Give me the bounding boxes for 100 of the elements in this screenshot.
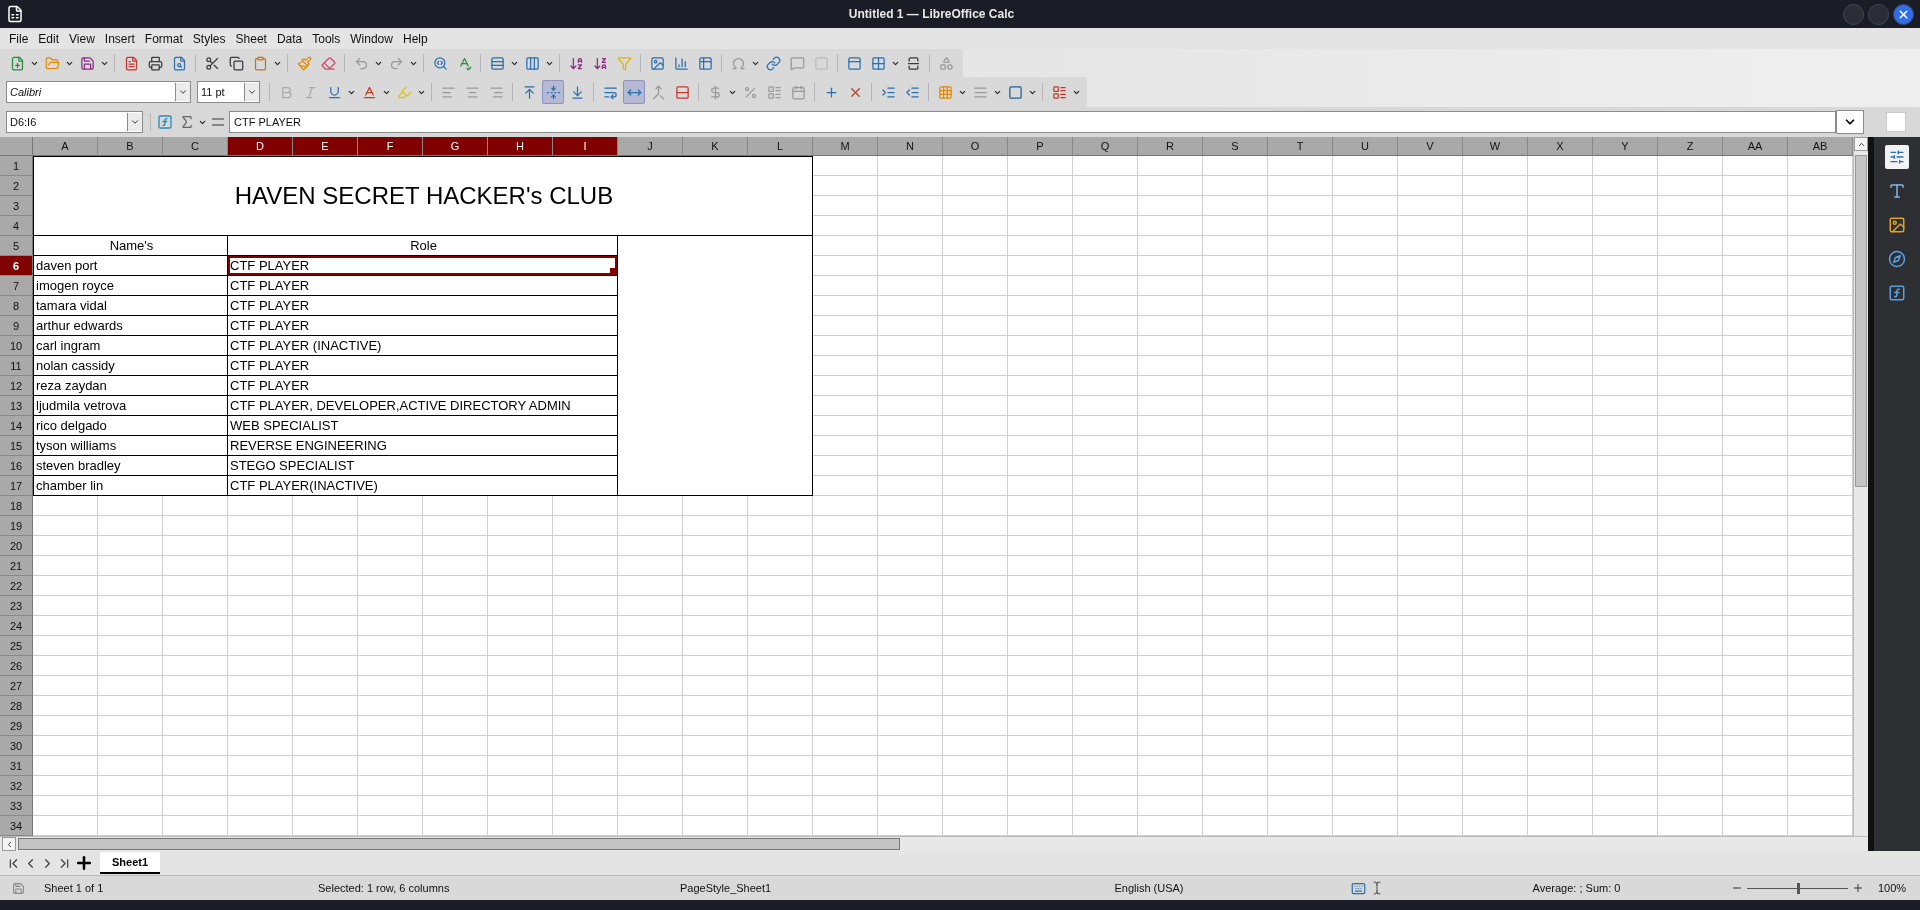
table-cell: nolan cassidy bbox=[33, 356, 228, 376]
zoom-level[interactable]: 100% bbox=[1870, 882, 1907, 894]
column-header[interactable]: M bbox=[813, 137, 878, 156]
row-header[interactable]: 27 bbox=[0, 676, 33, 696]
menu-item[interactable]: Styles bbox=[187, 31, 231, 46]
row-header[interactable]: 23 bbox=[0, 596, 33, 616]
row-header[interactable]: 16 bbox=[0, 456, 33, 476]
row-header[interactable]: 17 bbox=[0, 476, 33, 496]
row-header[interactable]: 33 bbox=[0, 796, 33, 816]
zoom-in-icon[interactable] bbox=[1852, 882, 1864, 894]
column-header[interactable]: E bbox=[293, 137, 358, 156]
select-all-corner[interactable] bbox=[0, 137, 33, 156]
row-header[interactable]: 25 bbox=[0, 636, 33, 656]
menu-item[interactable]: Window bbox=[345, 31, 398, 46]
column-header[interactable]: R bbox=[1138, 137, 1203, 156]
column-header[interactable]: G bbox=[423, 137, 488, 156]
column-header[interactable]: A bbox=[33, 137, 98, 156]
column-header[interactable]: J bbox=[618, 137, 683, 156]
zoom-thumb[interactable] bbox=[1796, 882, 1800, 894]
name-box[interactable]: D6:I6 bbox=[6, 111, 143, 133]
column-header[interactable]: T bbox=[1268, 137, 1333, 156]
center-vertically-button[interactable] bbox=[542, 80, 564, 104]
row-header[interactable]: 11 bbox=[0, 356, 33, 376]
row-header[interactable]: 18 bbox=[0, 496, 33, 516]
row-header[interactable]: 19 bbox=[0, 516, 33, 536]
row-header[interactable]: 31 bbox=[0, 756, 33, 776]
column-header[interactable]: S bbox=[1203, 137, 1268, 156]
row-header[interactable]: 21 bbox=[0, 556, 33, 576]
column-header[interactable]: AA bbox=[1723, 137, 1788, 156]
row-header[interactable]: 13 bbox=[0, 396, 33, 416]
row-header[interactable]: 29 bbox=[0, 716, 33, 736]
font-name-field[interactable]: Calibri bbox=[6, 81, 191, 103]
menu-item[interactable]: Edit bbox=[33, 31, 65, 46]
sheet-count: Sheet 1 of 1 bbox=[43, 882, 104, 894]
add-decimal-icon bbox=[823, 84, 839, 100]
column-header[interactable]: U bbox=[1333, 137, 1398, 156]
column-header[interactable]: C bbox=[163, 137, 228, 156]
column-header[interactable]: Z bbox=[1658, 137, 1723, 156]
menu-item[interactable]: Tools bbox=[307, 31, 346, 46]
row-header[interactable]: 30 bbox=[0, 736, 33, 756]
row-header[interactable]: 32 bbox=[0, 776, 33, 796]
row-header[interactable]: 26 bbox=[0, 656, 33, 676]
row-header[interactable]: 1 bbox=[0, 156, 33, 176]
menu-item[interactable]: Help bbox=[397, 31, 433, 46]
column-header[interactable]: B bbox=[98, 137, 163, 156]
table-cell: daven port bbox=[33, 256, 228, 276]
row-header[interactable]: 24 bbox=[0, 616, 33, 636]
dropdown-caret-icon[interactable] bbox=[247, 87, 257, 97]
add-sheet-icon[interactable] bbox=[74, 853, 94, 873]
row-header[interactable]: 12 bbox=[0, 376, 33, 396]
vertical-scrollbar[interactable] bbox=[1853, 137, 1868, 836]
properties-button[interactable] bbox=[1885, 145, 1909, 169]
column-header[interactable]: W bbox=[1463, 137, 1528, 156]
column-header[interactable]: H bbox=[488, 137, 553, 156]
row-header[interactable]: 3 bbox=[0, 196, 33, 216]
menu-item[interactable]: Format bbox=[139, 31, 188, 46]
column-header[interactable]: P bbox=[1008, 137, 1073, 156]
column-header[interactable]: I bbox=[553, 137, 618, 156]
column-header[interactable]: X bbox=[1528, 137, 1593, 156]
row-header[interactable]: 15 bbox=[0, 436, 33, 456]
column-header[interactable]: AB bbox=[1788, 137, 1853, 156]
column-header[interactable]: O bbox=[943, 137, 1008, 156]
row-header[interactable]: 22 bbox=[0, 576, 33, 596]
column-header[interactable]: Q bbox=[1073, 137, 1138, 156]
column-header[interactable]: V bbox=[1398, 137, 1463, 156]
underline-icon bbox=[326, 84, 342, 100]
column-header[interactable]: Y bbox=[1593, 137, 1658, 156]
dropdown-caret-icon[interactable] bbox=[130, 117, 140, 127]
row-header[interactable]: 14 bbox=[0, 416, 33, 436]
menu-item[interactable]: Sheet bbox=[230, 31, 272, 46]
row-header[interactable]: 7 bbox=[0, 276, 33, 296]
column-header[interactable]: F bbox=[358, 137, 423, 156]
row-header[interactable]: 4 bbox=[0, 216, 33, 236]
menu-item[interactable]: File bbox=[4, 31, 34, 46]
menu-item[interactable]: Insert bbox=[99, 31, 140, 46]
row-header[interactable]: 28 bbox=[0, 696, 33, 716]
column-header[interactable]: D bbox=[228, 137, 293, 156]
menu-item[interactable]: View bbox=[64, 31, 100, 46]
column-header[interactable]: K bbox=[683, 137, 748, 156]
row-header[interactable]: 6 bbox=[0, 256, 33, 276]
clone-formatting-icon bbox=[296, 55, 312, 71]
row-header[interactable]: 9 bbox=[0, 316, 33, 336]
expand-formula-button[interactable] bbox=[1836, 110, 1864, 134]
column-header[interactable]: L bbox=[748, 137, 813, 156]
row-header[interactable]: 8 bbox=[0, 296, 33, 316]
row-header[interactable]: 10 bbox=[0, 336, 33, 356]
merge-center-button[interactable] bbox=[623, 80, 645, 104]
menu-item[interactable]: Data bbox=[271, 31, 308, 46]
font-size-field[interactable]: 11 pt bbox=[197, 81, 260, 103]
close-button[interactable] bbox=[1893, 3, 1914, 25]
table-cell: CTF PLAYER, DEVELOPER,ACTIVE DIRECTORY ADMIN bbox=[228, 396, 618, 416]
formula-input[interactable]: CTF PLAYER bbox=[229, 111, 1836, 133]
dropdown-caret-icon[interactable] bbox=[178, 87, 188, 97]
row-header[interactable]: 5 bbox=[0, 236, 33, 256]
horizontal-scrollbar[interactable] bbox=[0, 836, 1868, 851]
row-header[interactable]: 2 bbox=[0, 176, 33, 196]
row-header[interactable]: 34 bbox=[0, 816, 33, 836]
row-header[interactable]: 20 bbox=[0, 536, 33, 556]
column-header[interactable]: N bbox=[878, 137, 943, 156]
sheet-tab[interactable]: Sheet1 bbox=[100, 852, 161, 874]
